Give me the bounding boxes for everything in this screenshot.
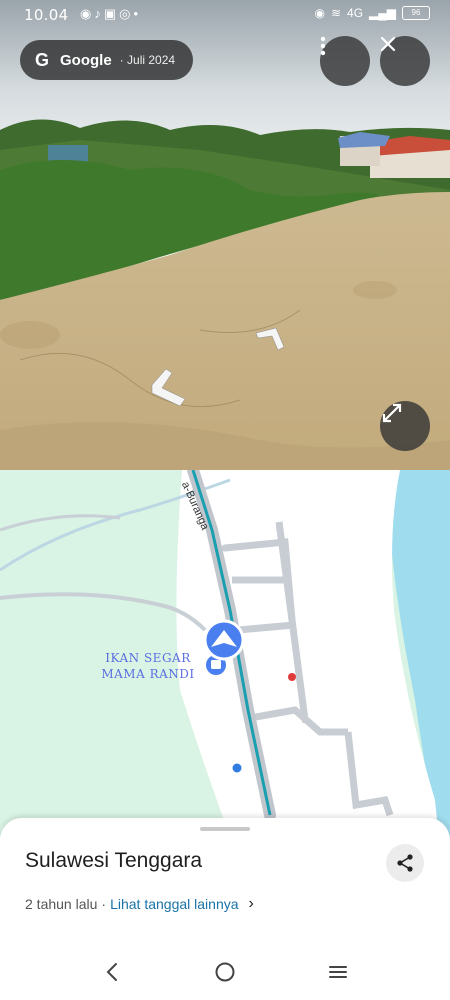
imagery-meta: 2 tahun lalu · Lihat tanggal lainnya › <box>25 895 254 913</box>
recents-button[interactable] <box>323 957 353 987</box>
recents-icon <box>329 966 347 978</box>
home-button[interactable] <box>210 957 240 987</box>
see-more-dates-link[interactable]: Lihat tanggal lainnya <box>110 896 238 912</box>
battery-icon: 96 <box>402 6 430 20</box>
close-icon <box>380 36 396 52</box>
capture-date: · Juli 2024 <box>119 53 176 67</box>
expand-icon <box>382 403 402 423</box>
map-canvas <box>0 470 450 850</box>
eye-icon: ◉ <box>314 6 325 20</box>
more-options-button[interactable] <box>320 36 370 86</box>
mini-map[interactable] <box>0 470 450 850</box>
chevron-right-icon[interactable]: › <box>249 895 254 913</box>
street-view-panorama[interactable]: 10.04 ◉♪▣◎• ◉ ≋ 4G ▂▄▆ 96 G Google · Jul… <box>0 0 450 470</box>
provider-name: Google <box>60 51 112 69</box>
status-bar: 10.04 ◉♪▣◎• ◉ ≋ 4G ▂▄▆ 96 <box>0 0 450 32</box>
system-navigation-bar <box>0 945 450 1000</box>
poi-label[interactable]: IKAN SEGAR MAMA RANDI <box>98 650 198 682</box>
imagery-source-chip[interactable]: G Google · Juli 2024 <box>20 40 194 80</box>
fullscreen-button[interactable] <box>380 401 430 451</box>
network-type: 4G <box>347 6 364 20</box>
close-button[interactable] <box>380 36 430 86</box>
back-icon <box>106 963 117 981</box>
poi-dot-red[interactable] <box>288 673 296 681</box>
imagery-age: 2 tahun lalu <box>25 896 98 912</box>
google-logo-icon: G <box>34 50 49 70</box>
share-button[interactable] <box>386 844 424 882</box>
back-button[interactable] <box>97 957 127 987</box>
poi-dot-blue[interactable] <box>232 763 242 773</box>
drag-handle[interactable] <box>200 827 250 831</box>
wifi-icon: ≋ <box>330 6 342 20</box>
system-icons: ◉ ≋ 4G ▂▄▆ 96 <box>314 6 430 20</box>
signal-icon: ▂▄▆ <box>369 6 396 20</box>
share-icon <box>397 854 413 872</box>
separator: · <box>101 896 107 912</box>
more-vert-icon <box>320 36 326 56</box>
place-title: Sulawesi Tenggara <box>25 849 203 872</box>
home-icon <box>215 962 235 982</box>
status-time: 10.04 <box>24 6 69 24</box>
notification-icons: ◉♪▣◎• <box>80 6 142 21</box>
